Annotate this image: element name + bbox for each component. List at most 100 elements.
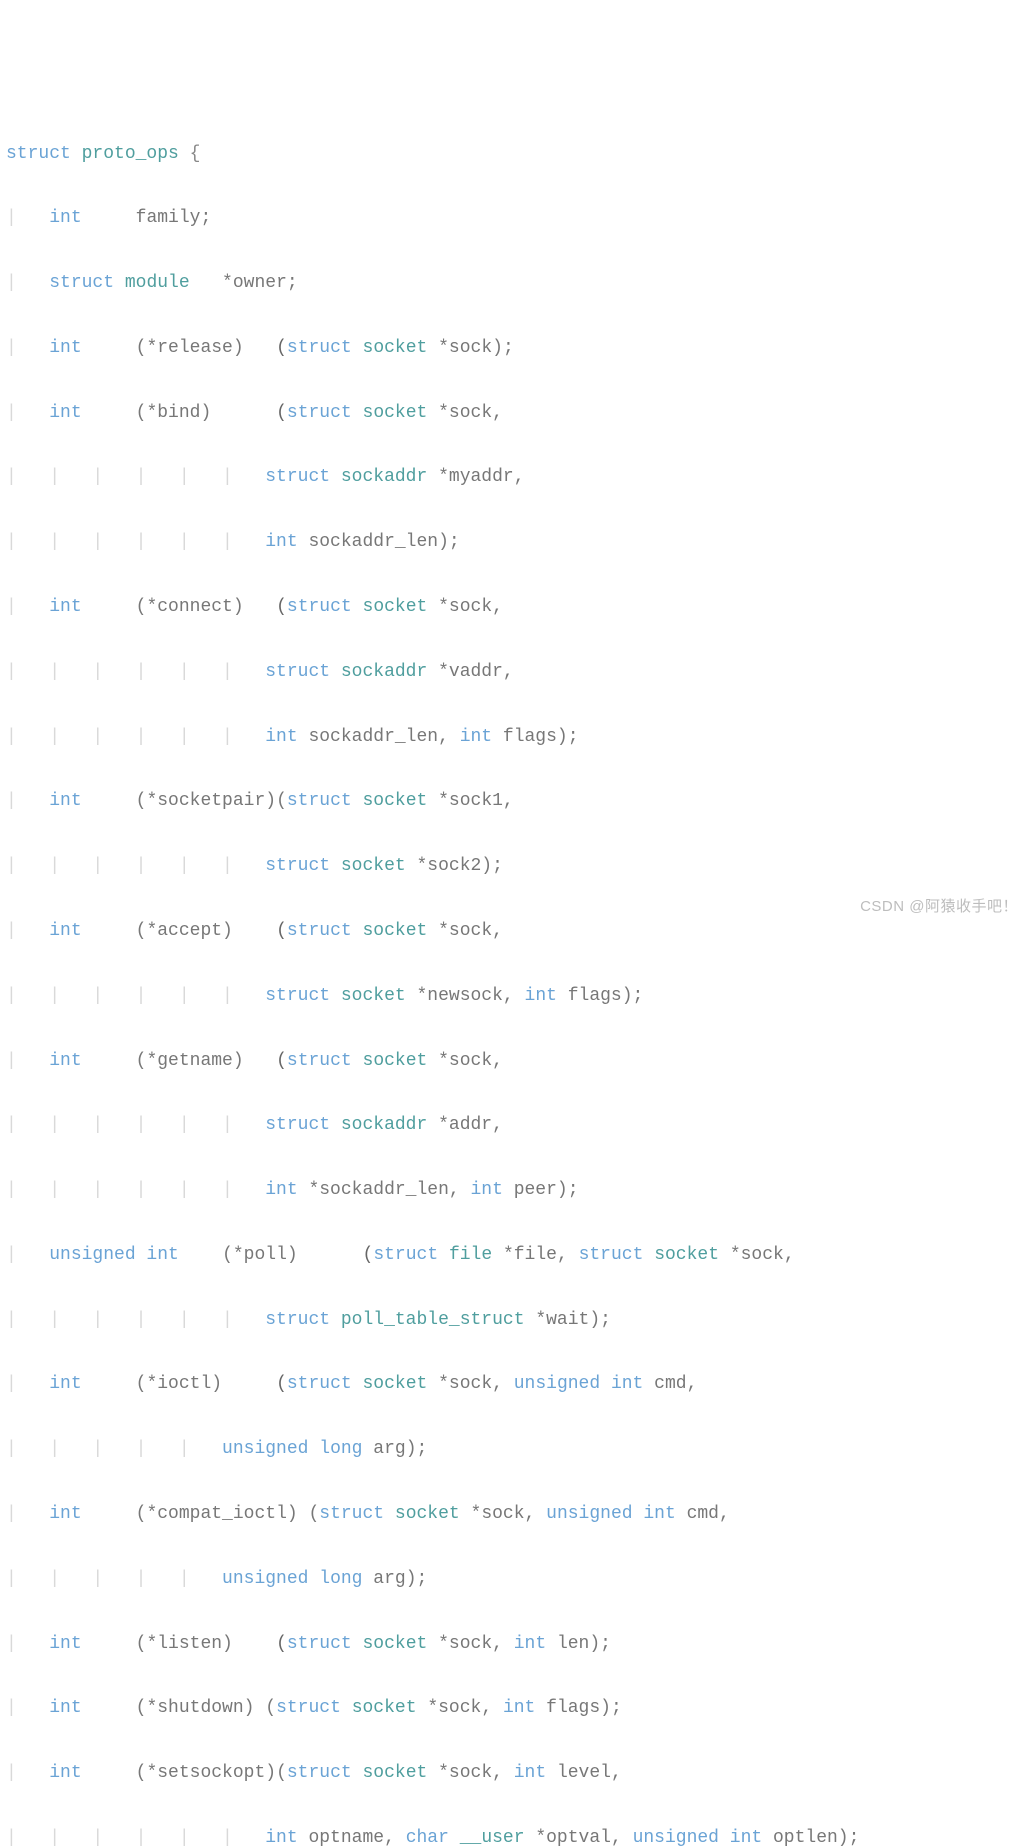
- keyword: unsigned long: [222, 1569, 362, 1589]
- punct: {: [179, 144, 201, 164]
- type: socket: [363, 791, 428, 811]
- keyword: int: [49, 338, 81, 358]
- fn-name: (*poll): [222, 1245, 298, 1265]
- identifier: *file,: [492, 1245, 578, 1265]
- fn-name: (*bind): [136, 403, 212, 423]
- code-line: | | | | | | int optname, char __user *op…: [6, 1822, 1018, 1848]
- type: module: [125, 273, 190, 293]
- identifier: *sock,: [460, 1504, 546, 1524]
- identifier: optlen);: [762, 1828, 859, 1848]
- code-line: | int (*bind) (struct socket *sock,: [6, 397, 1018, 429]
- type: sockaddr: [341, 467, 427, 487]
- keyword: unsigned long: [222, 1439, 362, 1459]
- type: sockaddr: [341, 662, 427, 682]
- identifier: len);: [546, 1634, 611, 1654]
- code-line: | | | | | | int sockaddr_len);: [6, 526, 1018, 558]
- type: socket: [395, 1504, 460, 1524]
- identifier: sockaddr_len,: [298, 727, 460, 747]
- type: socket: [341, 856, 406, 876]
- keyword: struct: [287, 597, 352, 617]
- identifier: *sock,: [427, 403, 503, 423]
- type: socket: [363, 1634, 428, 1654]
- keyword: struct: [265, 1310, 330, 1330]
- identifier: level,: [546, 1763, 622, 1783]
- code-line: | | | | | | struct socket *sock2);: [6, 850, 1018, 882]
- keyword: int: [514, 1634, 546, 1654]
- code-line: | | | | | | struct sockaddr *myaddr,: [6, 461, 1018, 493]
- keyword: int: [49, 1051, 81, 1071]
- identifier: family;: [136, 208, 212, 228]
- keyword: int: [265, 1180, 297, 1200]
- keyword: int: [265, 727, 297, 747]
- fn-name: (*shutdown) (: [136, 1698, 276, 1718]
- identifier: *sock,: [427, 1763, 513, 1783]
- identifier: sockaddr_len);: [298, 532, 460, 552]
- keyword: struct: [287, 1374, 352, 1394]
- code-line: | int (*getname) (struct socket *sock,: [6, 1045, 1018, 1077]
- keyword: int: [49, 597, 81, 617]
- code-line: | | | | | | int sockaddr_len, int flags)…: [6, 721, 1018, 753]
- keyword: unsigned int: [49, 1245, 179, 1265]
- keyword: int: [525, 986, 557, 1006]
- code-line: | | | | | | int *sockaddr_len, int peer)…: [6, 1174, 1018, 1206]
- code-line: | | | | | | struct sockaddr *vaddr,: [6, 656, 1018, 688]
- identifier: flags);: [492, 727, 578, 747]
- type: socket: [654, 1245, 719, 1265]
- keyword: int: [49, 403, 81, 423]
- keyword: int: [470, 1180, 502, 1200]
- keyword: int: [49, 1504, 81, 1524]
- type: socket: [363, 1763, 428, 1783]
- identifier: *addr,: [427, 1115, 503, 1135]
- type: socket: [363, 597, 428, 617]
- type: socket: [363, 403, 428, 423]
- identifier: cmd,: [643, 1374, 697, 1394]
- code-line: | int (*setsockopt)(struct socket *sock,…: [6, 1757, 1018, 1789]
- fn-name: (*listen): [136, 1634, 233, 1654]
- fn-name: (*socketpair)(: [136, 791, 287, 811]
- code-line: | int (*connect) (struct socket *sock,: [6, 591, 1018, 623]
- identifier: arg);: [362, 1439, 427, 1459]
- identifier: *sock,: [417, 1698, 503, 1718]
- identifier: *sock,: [427, 597, 503, 617]
- type: proto_ops: [82, 144, 179, 164]
- identifier: *wait);: [525, 1310, 611, 1330]
- identifier: cmd,: [676, 1504, 730, 1524]
- type: poll_table_struct: [341, 1310, 525, 1330]
- keyword: unsigned int: [546, 1504, 676, 1524]
- keyword: struct: [319, 1504, 384, 1524]
- fn-name: (*connect): [136, 597, 244, 617]
- keyword: struct: [373, 1245, 438, 1265]
- code-line: | int (*compat_ioctl) (struct socket *so…: [6, 1498, 1018, 1530]
- identifier: *sock);: [427, 338, 513, 358]
- keyword: struct: [287, 338, 352, 358]
- code-line: struct proto_ops {: [6, 138, 1018, 170]
- keyword: struct: [276, 1698, 341, 1718]
- csdn-watermark: CSDN @阿猿收手吧！: [860, 893, 1018, 920]
- keyword: struct: [287, 1634, 352, 1654]
- identifier: *sock,: [427, 1374, 513, 1394]
- type: socket: [341, 986, 406, 1006]
- code-line: | | | | | | struct socket *newsock, int …: [6, 980, 1018, 1012]
- fn-name: (*compat_ioctl) (: [136, 1504, 320, 1524]
- keyword: struct: [265, 856, 330, 876]
- keyword: struct: [265, 467, 330, 487]
- keyword: struct: [265, 662, 330, 682]
- identifier: *owner;: [190, 273, 298, 293]
- code-line: | int (*shutdown) (struct socket *sock, …: [6, 1692, 1018, 1724]
- keyword: int: [460, 727, 492, 747]
- code-line: | unsigned int (*poll) (struct file *fil…: [6, 1239, 1018, 1271]
- code-line: | int (*release) (struct socket *sock);: [6, 332, 1018, 364]
- keyword: int: [49, 1698, 81, 1718]
- identifier: optname,: [298, 1828, 406, 1848]
- identifier: peer);: [503, 1180, 579, 1200]
- keyword: int: [49, 1374, 81, 1394]
- type: socket: [352, 1698, 417, 1718]
- keyword: int: [265, 532, 297, 552]
- keyword: struct: [265, 1115, 330, 1135]
- type: socket: [363, 1374, 428, 1394]
- fn-name: (*release): [136, 338, 244, 358]
- type: __user: [460, 1828, 525, 1848]
- keyword: int: [49, 208, 81, 228]
- keyword: int: [503, 1698, 535, 1718]
- keyword: int: [49, 1763, 81, 1783]
